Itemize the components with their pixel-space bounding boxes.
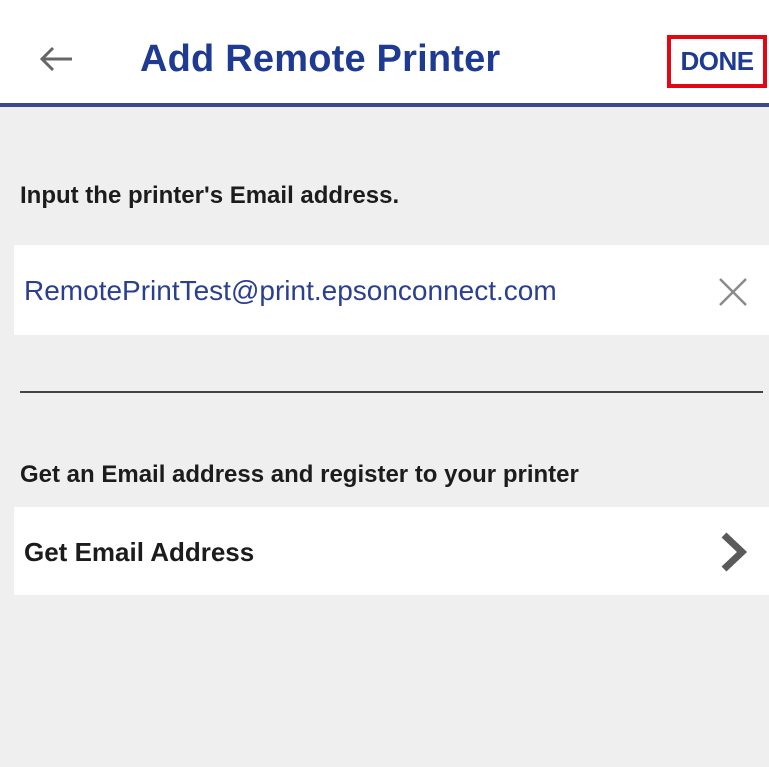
chevron-right-icon xyxy=(721,532,748,572)
register-section-label: Get an Email address and register to you… xyxy=(20,461,579,488)
page-title: Add Remote Printer xyxy=(140,38,501,80)
email-field[interactable]: RemotePrintTest@print.epsonconnect.com xyxy=(14,245,769,335)
get-email-address-label: Get Email Address xyxy=(24,537,255,567)
arrow-left-icon[interactable] xyxy=(36,39,76,79)
email-input-value[interactable]: RemotePrintTest@print.epsonconnect.com xyxy=(24,275,557,307)
section-divider xyxy=(20,391,763,393)
get-email-address-row[interactable]: Get Email Address xyxy=(14,507,769,595)
close-icon[interactable] xyxy=(717,276,749,308)
done-button[interactable]: DONE xyxy=(667,35,767,88)
app-bar: Add Remote Printer DONE xyxy=(0,0,769,107)
email-section-label: Input the printer's Email address. xyxy=(20,182,400,209)
